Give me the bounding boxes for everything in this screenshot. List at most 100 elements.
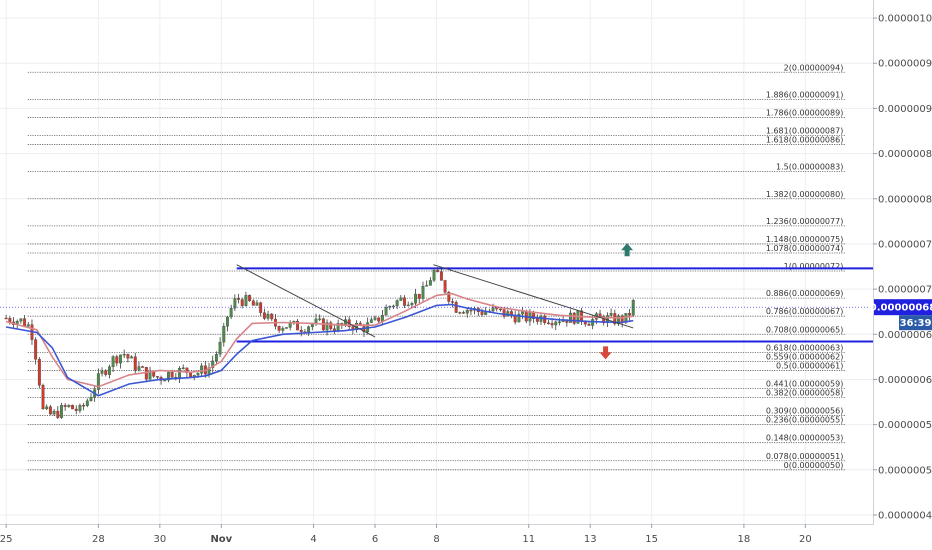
candle-up: [281, 328, 285, 331]
fib-level-label: 0.078(0.00000051): [766, 452, 844, 461]
candle-down: [71, 404, 74, 410]
price-axis-tick-label: 0.00000100: [878, 14, 932, 25]
candle-up: [130, 356, 134, 359]
fib-level-label: 0.618(0.00000063): [766, 343, 844, 352]
candle-up: [178, 367, 181, 379]
candle-up: [307, 326, 311, 333]
candle-up: [222, 326, 226, 343]
candle-up: [67, 404, 71, 407]
time-axis-tick-label: 20: [799, 534, 812, 545]
price-axis-tick-label: 0.00000070: [878, 285, 932, 296]
price-axis-tick-label: 0.00000065: [878, 330, 932, 341]
candle-down: [4, 317, 8, 320]
candle-down: [377, 317, 381, 322]
fib-level-label: 0.236(0.00000055): [766, 416, 844, 425]
candle-down: [48, 406, 52, 415]
candle-up: [85, 400, 89, 406]
candle-up: [425, 285, 429, 287]
candle-up: [373, 317, 377, 320]
candle-up: [111, 356, 115, 367]
candle-up: [218, 341, 222, 355]
price-axis-tick-label: 0.00000095: [878, 59, 932, 70]
candle-up: [558, 321, 561, 323]
candle-up: [631, 300, 635, 316]
price-axis-tick-label: 0.00000090: [878, 104, 932, 115]
candle-up: [465, 309, 469, 314]
fib-level-label: 0.148(0.00000053): [766, 434, 844, 443]
candle-down: [299, 329, 303, 332]
price-axis-tick-label: 0.00000080: [878, 194, 932, 205]
candle-down: [8, 317, 12, 323]
candle-up: [310, 323, 314, 327]
candle-down: [262, 312, 266, 319]
candle-up: [428, 280, 432, 286]
candle-up: [100, 370, 104, 374]
time-axis-tick-label: 25: [0, 534, 13, 545]
candle-up: [395, 300, 399, 307]
candle-down: [277, 326, 281, 331]
candle-up: [26, 324, 30, 327]
candle-down: [82, 405, 86, 407]
time-axis-tick-label: 18: [738, 534, 751, 545]
candle-up: [255, 302, 259, 306]
candle-down: [546, 322, 550, 324]
candle-down: [251, 300, 255, 306]
candle-up: [458, 312, 462, 314]
candle-up: [554, 321, 558, 326]
price-axis-tick-label: 0.00000075: [878, 239, 932, 250]
price-axis-tick-label: 0.00000045: [878, 510, 932, 521]
candle-up: [233, 298, 237, 309]
price-axis-tick-label: 0.00000085: [878, 149, 932, 160]
candle-down: [104, 370, 108, 375]
candle-up: [406, 304, 410, 307]
candle-down: [462, 312, 465, 314]
candle-down: [63, 405, 67, 407]
candle-up: [369, 319, 373, 323]
candle-up: [384, 307, 388, 316]
candle-down: [170, 372, 174, 378]
candle-up: [410, 303, 414, 306]
fib-level-label: 1.236(0.00000077): [766, 217, 844, 226]
price-chart[interactable]: 2(0.00000094) 1.886(0.00000091) 1.786(0.00…: [0, 0, 932, 550]
candle-up: [60, 405, 63, 418]
last-price-label: 0.00000068: [870, 303, 932, 314]
candle-down: [115, 356, 119, 364]
candle-up: [244, 295, 248, 306]
time-axis-tick-label: 6: [372, 534, 378, 545]
candle-up: [491, 307, 495, 312]
candle-down: [189, 372, 193, 378]
candle-up: [226, 316, 229, 327]
candle-down: [259, 302, 263, 313]
fib-level-label: 1.148(0.00000075): [766, 235, 844, 244]
fib-level-label: 0.886(0.00000069): [766, 289, 844, 298]
candle-down: [480, 311, 484, 315]
time-axis-tick-label: 15: [645, 534, 658, 545]
fib-level-label: 2(0.00000094): [784, 63, 844, 72]
candle-down: [126, 354, 130, 359]
candle-down: [270, 313, 274, 320]
candle-down: [469, 309, 473, 312]
candle-up: [196, 373, 200, 376]
candle-up: [163, 379, 167, 382]
candle-down: [443, 280, 447, 293]
fib-level-label: 0.382(0.00000058): [766, 389, 844, 398]
fib-level-label: 1.786(0.00000089): [766, 108, 844, 117]
fib-level-label: 0.5(0.00000061): [776, 361, 843, 370]
fib-level-label: 0(0.00000050): [784, 461, 844, 470]
candle-down: [41, 385, 45, 410]
price-axis-tick-label: 0.00000050: [878, 465, 932, 476]
candle-up: [432, 270, 436, 281]
fib-level-label: 1.681(0.00000087): [766, 127, 844, 136]
candle-down: [23, 318, 27, 327]
candle-down: [248, 295, 252, 302]
fib-level-label: 1.078(0.00000074): [766, 244, 844, 253]
candle-down: [403, 297, 406, 306]
candle-down: [550, 323, 554, 326]
candle-up: [214, 353, 218, 362]
candle-up: [200, 365, 204, 374]
time-axis-tick-label: 8: [433, 534, 439, 545]
candle-down: [572, 312, 576, 324]
candle-down: [56, 410, 60, 418]
candle-up: [181, 367, 185, 370]
candle-down: [37, 359, 41, 386]
